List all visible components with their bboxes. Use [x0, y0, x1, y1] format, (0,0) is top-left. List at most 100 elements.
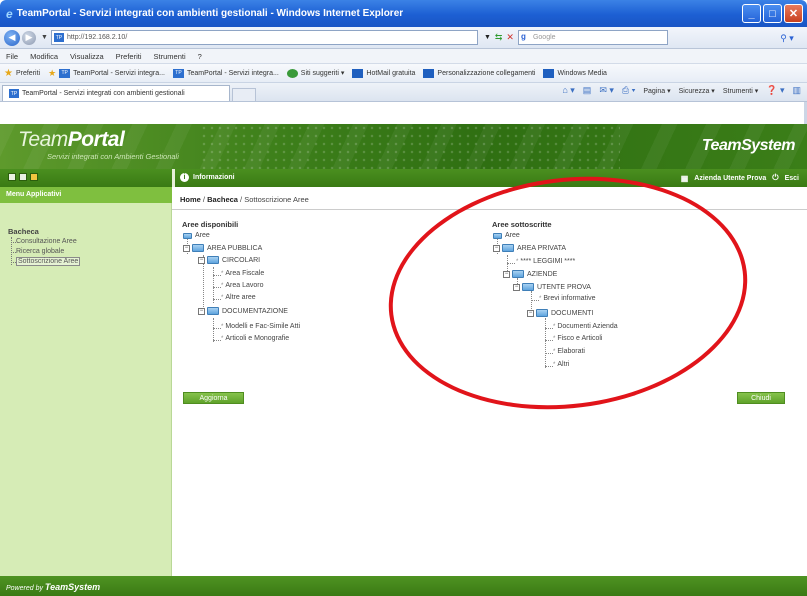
collapse-icon[interactable]: − [513, 283, 520, 291]
favorite-label: TeamPortal - Servizi integra... [186, 69, 279, 77]
new-tab-button[interactable] [232, 88, 256, 101]
tree-label: **** LEGGIMI **** [520, 258, 576, 265]
tree-leaf-altri[interactable]: * Altri [553, 361, 569, 368]
favorite-item[interactable]: Siti suggeriti ▾ [286, 68, 344, 78]
favorite-label: Windows Media [557, 69, 607, 77]
tree-connector [213, 267, 214, 303]
favorites-star-icon: ★ [4, 67, 13, 79]
collapse-icon[interactable]: − [503, 270, 510, 278]
document-icon: * [553, 323, 556, 330]
document-icon: * [553, 335, 556, 342]
header-dots [200, 124, 620, 169]
favorite-item[interactable]: TP TeamPortal - Servizi integra... [172, 68, 279, 78]
favorites-button[interactable]: ★ Preferiti [4, 68, 40, 79]
search-go-icon[interactable]: ⚲ ▾ [775, 31, 799, 46]
tree-leaf-area-fiscale[interactable]: * Area Fiscale [221, 270, 264, 277]
favorite-item[interactable]: Personalizzazione collegamenti [423, 68, 535, 78]
tree-node-documentazione[interactable]: − DOCUMENTAZIONE [198, 307, 288, 315]
tree-leaf-modelli[interactable]: * Modelli e Fac-Simile Atti [221, 323, 300, 330]
breadcrumb-bacheca[interactable]: Bacheca [207, 195, 238, 204]
menu-file[interactable]: File [6, 52, 18, 61]
help-icon[interactable]: ❓ ▾ [766, 85, 784, 96]
search-input[interactable]: g Google [517, 30, 668, 45]
tree-leaf-brevi-informative[interactable]: * Brevi informative [539, 295, 595, 302]
exit-link[interactable]: Esci [785, 175, 799, 182]
sidebar-item-sottoscrizione-aree[interactable]: Sottoscrizione Aree [16, 257, 81, 266]
tree-node-area-privata[interactable]: − AREA PRIVATA [493, 244, 566, 252]
menu-preferiti[interactable]: Preferiti [116, 52, 142, 61]
tree-node-utente-prova[interactable]: − UTENTE PROVA [513, 283, 591, 291]
company-name[interactable]: Azienda Utente Prova [694, 175, 766, 182]
header-subtitle: Servizi integrati con Ambienti Gestional… [47, 152, 179, 161]
command-tools[interactable]: Strumenti ▾ [723, 87, 758, 95]
collapse-icon[interactable]: − [198, 256, 205, 264]
tree-label: Altri [557, 361, 570, 368]
tree-leaf-elaborati[interactable]: * Elaborati [553, 348, 585, 355]
folder-icon [183, 232, 192, 239]
tree-leaf-area-lavoro[interactable]: * Area Lavoro [221, 282, 263, 289]
stop-icon[interactable]: ✕ [506, 32, 514, 43]
refresh-icon[interactable]: ⇆ [495, 32, 503, 43]
sidebar-section-bacheca[interactable]: Bacheca [8, 227, 39, 236]
links-icon [423, 68, 435, 78]
minimize-button[interactable]: _ [742, 4, 761, 23]
tree-node-aziende[interactable]: − AZIENDE [503, 270, 557, 278]
tree-label: Area Lavoro [225, 282, 264, 289]
grid-view-icon[interactable] [8, 173, 16, 181]
home-icon[interactable]: ⌂ ▾ [562, 85, 574, 96]
logo-light: Team [18, 128, 68, 151]
company-icon: ▦ [680, 173, 689, 183]
forward-button[interactable]: ▶ [22, 30, 36, 45]
info-link[interactable]: i Informazioni [180, 173, 235, 182]
command-security[interactable]: Sicurezza ▾ [679, 87, 715, 95]
menu-help[interactable]: ? [198, 52, 202, 61]
sidebar-item-ricerca-globale[interactable]: Ricerca globale [16, 248, 64, 255]
favorite-item[interactable]: Windows Media [543, 68, 607, 78]
tree-label: Aree [195, 232, 210, 239]
document-icon: * [553, 348, 556, 355]
sidebar-item-consultazione-aree[interactable]: Consultazione Aree [16, 238, 77, 245]
close-button[interactable]: Chiudi [737, 392, 785, 404]
update-button[interactable]: Aggiorna [183, 392, 244, 404]
tree-root-aree[interactable]: Aree [183, 232, 210, 239]
tree-node-circolari[interactable]: − CIRCOLARI [198, 256, 260, 264]
tree-root-aree[interactable]: Aree [493, 232, 520, 239]
footer-bar [172, 576, 807, 596]
maximize-button[interactable]: □ [763, 4, 782, 23]
home-portal-icon[interactable] [30, 173, 38, 181]
url-input[interactable]: TP http://192.168.2.10/ [50, 30, 478, 45]
tree-leaf-fisco-articoli[interactable]: * Fisco e Articoli [553, 335, 602, 342]
menu-visualizza[interactable]: Visualizza [70, 52, 104, 61]
collapse-icon[interactable]: − [198, 307, 205, 315]
list-view-icon[interactable] [19, 173, 27, 181]
favorite-item[interactable]: ★ TP TeamPortal - Servizi integra... [48, 68, 165, 79]
collapse-icon[interactable]: − [527, 309, 534, 317]
tree-leaf-articoli[interactable]: * Articoli e Monografie [221, 335, 289, 342]
tree-leaf-documenti-azienda[interactable]: * Documenti Azienda [553, 323, 618, 330]
menu-strumenti[interactable]: Strumenti [154, 52, 186, 61]
command-page[interactable]: Pagina ▾ [643, 87, 670, 95]
tree-leaf-altre-aree[interactable]: * Altre aree [221, 294, 256, 301]
history-dropdown-icon[interactable]: ▼ [41, 34, 48, 41]
tree-node-documenti[interactable]: − DOCUMENTI [527, 309, 593, 317]
collapse-icon[interactable]: − [493, 244, 500, 252]
url-text: http://192.168.2.10/ [66, 34, 128, 41]
tree-leaf-leggimi[interactable]: * **** LEGGIMI **** [516, 258, 575, 265]
favorite-item[interactable]: HotMail gratuita [352, 68, 415, 78]
print-icon[interactable]: ⎙ ▾ [622, 85, 635, 96]
browser-tab[interactable]: TP TeamPortal - Servizi integrati con am… [2, 85, 230, 101]
folder-icon [522, 283, 534, 291]
menu-modifica[interactable]: Modifica [30, 52, 58, 61]
url-dropdown-icon[interactable]: ▼ [484, 34, 491, 41]
tree-node-area-pubblica[interactable]: − AREA PUBBLICA [183, 244, 262, 252]
collapse-icon[interactable]: − [183, 244, 190, 252]
tree-label: Altre aree [225, 294, 256, 301]
back-button[interactable]: ◀ [4, 29, 20, 46]
feeds-icon[interactable]: ▤ [583, 85, 592, 96]
breadcrumb-home[interactable]: Home [180, 195, 201, 204]
footer-powered-by: Powered by TeamSystem [0, 576, 172, 596]
research-icon[interactable]: ▥ [792, 85, 801, 96]
mail-icon[interactable]: ✉ ▾ [599, 85, 614, 96]
close-window-button[interactable]: ✕ [784, 4, 803, 23]
tree-label: Modelli e Fac-Simile Atti [225, 323, 301, 330]
